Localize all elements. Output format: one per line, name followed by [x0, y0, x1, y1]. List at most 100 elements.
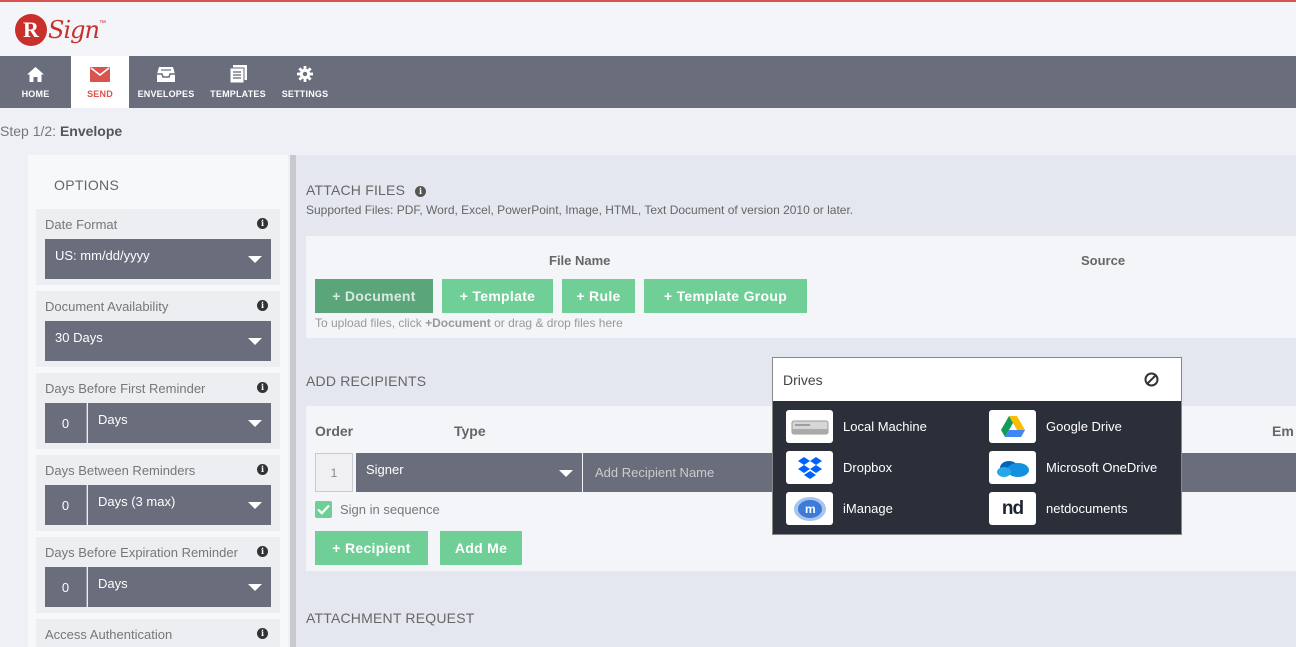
expiration-reminder-control: 0 Days [45, 567, 271, 607]
step-bar: Step 1/2: Envelope [0, 108, 1296, 154]
add-recipients-title: ADD RECIPIENTS [306, 373, 427, 389]
svg-text:m: m [805, 502, 816, 516]
hint-pre: To upload files, click [315, 316, 426, 330]
nav-send-label: SEND [87, 89, 113, 99]
drive-onedrive[interactable]: Microsoft OneDrive [989, 451, 1157, 484]
first-reminder-label: Days Before First Reminder [45, 381, 206, 396]
add-recipient-button[interactable]: + Recipient [315, 531, 428, 565]
drive-label: iManage [843, 501, 893, 516]
drive-netdocuments[interactable]: nd netdocuments [989, 492, 1128, 525]
nav-send[interactable]: SEND [71, 56, 129, 108]
access-auth-label: Access Authentication [45, 627, 173, 642]
home-icon [26, 64, 46, 84]
date-format-select[interactable]: US: mm/dd/yyyy [45, 239, 271, 279]
info-icon[interactable]: i [257, 218, 268, 229]
hint-bold: +Document [425, 316, 491, 330]
options-title: OPTIONS [54, 177, 120, 193]
gear-icon [295, 64, 315, 84]
attachment-request-title: ATTACHMENT REQUEST [306, 610, 475, 626]
between-reminders-unit: Days (3 max) [98, 494, 176, 509]
netdocuments-icon: nd [989, 492, 1036, 525]
drive-google[interactable]: Google Drive [989, 410, 1122, 443]
info-icon[interactable]: i [257, 546, 268, 557]
drive-label: Local Machine [843, 419, 927, 434]
file-panel[interactable]: File Name Source + Document + Template +… [306, 236, 1296, 338]
chevron-down-icon [248, 256, 262, 263]
doc-availability-value: 30 Days [55, 330, 103, 345]
add-document-button[interactable]: + Document [315, 279, 433, 313]
add-template-group-button[interactable]: + Template Group [644, 279, 807, 313]
first-reminder-unit: Days [98, 412, 128, 427]
add-template-button[interactable]: + Template [442, 279, 553, 313]
date-format-label: Date Format [45, 217, 118, 232]
date-format-value: US: mm/dd/yyyy [55, 248, 150, 263]
drive-local-machine[interactable]: Local Machine [786, 410, 927, 443]
chevron-down-icon [248, 420, 262, 427]
drives-title: Drives [783, 372, 823, 388]
info-icon[interactable]: i [257, 464, 268, 475]
chevron-down-icon [248, 338, 262, 345]
sign-in-sequence-label: Sign in sequence [340, 502, 440, 517]
imanage-icon: m [786, 492, 833, 525]
drive-dropbox[interactable]: Dropbox [786, 451, 892, 484]
step-indicator: Step 1/2: Envelope [0, 123, 122, 139]
expiration-reminder-unit-select[interactable]: Days [88, 567, 271, 607]
nav-templates-label: TEMPLATES [210, 89, 266, 99]
nav-templates[interactable]: TEMPLATES [203, 56, 273, 108]
recipient-order-input[interactable]: 1 [315, 453, 353, 492]
info-icon[interactable]: i [257, 300, 268, 311]
between-reminders-number[interactable]: 0 [45, 485, 87, 525]
info-icon[interactable]: i [257, 382, 268, 393]
options-sidebar: OPTIONS Date Format i US: mm/dd/yyyy Doc… [28, 155, 288, 647]
expiration-reminder-label: Days Before Expiration Reminder [45, 545, 238, 560]
step-prefix: Step 1/2: [0, 123, 60, 139]
main-nav: HOME SEND ENVELOPES TEMPLATES SETTINGS [0, 56, 1296, 108]
doc-availability-label: Document Availability [45, 299, 169, 314]
drive-label: Dropbox [843, 460, 893, 475]
expiration-reminder-unit: Days [98, 576, 128, 591]
email-header: Em [1272, 423, 1294, 439]
logo-text: Sign [48, 16, 100, 44]
info-icon[interactable]: i [257, 628, 268, 639]
nav-settings[interactable]: SETTINGS [273, 56, 337, 108]
first-reminder-number[interactable]: 0 [45, 403, 87, 443]
expiration-reminder-number[interactable]: 0 [45, 567, 87, 607]
first-reminder-unit-select[interactable]: Days [88, 403, 271, 443]
nav-envelopes[interactable]: ENVELOPES [129, 56, 203, 108]
attach-files-title: ATTACH FILES i [306, 182, 427, 198]
expiration-reminder-option: Days Before Expiration Reminder i 0 Days [36, 537, 280, 613]
logo-letter: R [15, 14, 47, 46]
envelope-icon [90, 64, 110, 84]
drive-label: Microsoft OneDrive [1046, 460, 1158, 475]
info-icon[interactable]: i [415, 186, 427, 197]
drives-header: Drives [773, 358, 1181, 401]
hard-drive-icon [786, 410, 833, 443]
attach-files-title-text: ATTACH FILES [306, 182, 406, 198]
supported-files-text: Supported Files: PDF, Word, Excel, Power… [306, 203, 854, 217]
nav-home-label: HOME [21, 89, 50, 99]
inbox-icon [156, 64, 176, 84]
drives-popup: Drives Local Machine Google Drive Dropbo… [772, 357, 1182, 535]
between-reminders-unit-select[interactable]: Days (3 max) [88, 485, 271, 525]
first-reminder-control: 0 Days [45, 403, 271, 443]
source-header: Source [1081, 253, 1126, 268]
hint-post: or drag & drop files here [490, 316, 623, 330]
checkmark-icon [317, 504, 330, 515]
nav-home[interactable]: HOME [0, 56, 71, 108]
chevron-down-icon [248, 502, 262, 509]
document-availability-option: Document Availability i 30 Days [36, 291, 280, 367]
document-icon [228, 64, 248, 84]
add-me-button[interactable]: Add Me [440, 531, 522, 565]
close-icon[interactable] [1144, 372, 1159, 387]
netdocuments-logo-text: nd [1001, 497, 1024, 519]
doc-availability-select[interactable]: 30 Days [45, 321, 271, 361]
type-header: Type [454, 423, 486, 439]
recipient-type-select[interactable]: Signer [356, 453, 582, 492]
chevron-down-icon [248, 584, 262, 591]
drive-imanage[interactable]: m iManage [786, 492, 893, 525]
add-rule-button[interactable]: + Rule [562, 279, 635, 313]
logo-trademark: ™ [98, 19, 106, 27]
between-reminders-option: Days Between Reminders i 0 Days (3 max) [36, 455, 280, 531]
rsign-logo[interactable]: R Sign ™ [15, 10, 106, 50]
sign-in-sequence-checkbox[interactable] [315, 501, 332, 518]
